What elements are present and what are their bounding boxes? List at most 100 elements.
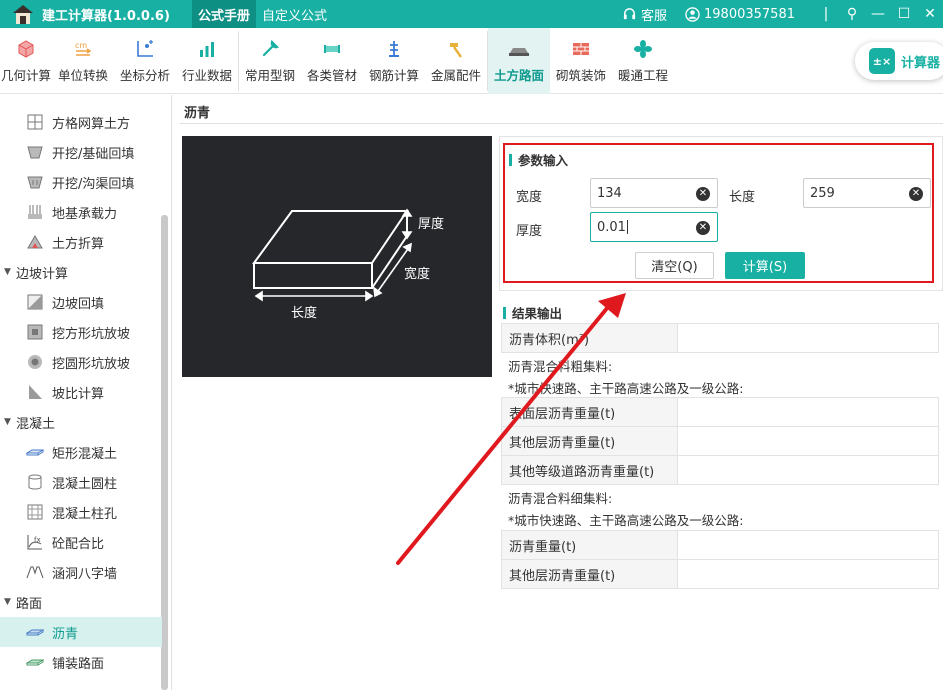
sidebar-group-label: 混凝土 [16, 416, 56, 432]
sidebar-item-bearing-capacity[interactable]: 地基承载力 [0, 197, 162, 227]
headset-icon [623, 7, 636, 19]
sidebar-item-label: 混凝土圆柱 [52, 476, 118, 492]
length-label: 长度 [729, 190, 756, 205]
slope-icon [26, 293, 44, 311]
foundation-icon [26, 203, 44, 221]
fine-aggregate-title: 沥青混合料细集料: [508, 491, 613, 506]
sidebar-item-label: 方格网算土方 [52, 116, 131, 132]
chevron-down-icon: ▼ [4, 417, 11, 427]
maximize-icon: ☐ [897, 6, 911, 22]
coarse-aggregate-title: 沥青混合料粗集料: [508, 359, 613, 374]
road-icon [508, 38, 530, 60]
sidebar-item-concrete-pile-hole[interactable]: 混凝土柱孔 [0, 497, 162, 527]
sidebar-item-mix-ratio[interactable]: fx 砼配合比 [0, 527, 162, 557]
pin-button[interactable]: ⚲ [839, 6, 865, 22]
fan-icon [632, 38, 654, 60]
pin-icon: ⚲ [846, 6, 858, 22]
user-account[interactable]: 19800357581 [685, 7, 795, 22]
bar-chart-icon [196, 38, 218, 60]
tool-metal-parts[interactable]: 金属配件 [425, 28, 487, 94]
tool-pipes[interactable]: 各类管材 [301, 28, 363, 94]
maximize-button[interactable]: ☐ [891, 6, 917, 22]
tab-custom-formula[interactable]: 自定义公式 [256, 0, 333, 28]
sidebar-item-label: 铺装路面 [52, 656, 105, 672]
close-button[interactable]: ✕ [917, 6, 943, 22]
tool-rebar[interactable]: 钢筋计算 [363, 28, 425, 94]
user-icon [685, 6, 700, 22]
sidebar-item-concrete-column[interactable]: 混凝土圆柱 [0, 467, 162, 497]
formula-icon: fx [26, 533, 44, 551]
minimize-button[interactable]: — [865, 6, 891, 22]
trench-icon [26, 173, 44, 191]
sidebar-item-label: 开挖/沟渠回填 [52, 176, 135, 192]
thickness-label: 厚度 [516, 224, 543, 239]
app-logo-icon [10, 2, 36, 26]
tool-label: 坐标分析 [119, 68, 170, 83]
coarse-aggregate-note: *城市快速路、主干路高速公路及一级公路: [508, 381, 744, 396]
pile-hole-icon [26, 503, 44, 521]
sidebar-item-trench-backfill[interactable]: 开挖/沟渠回填 [0, 167, 162, 197]
sidebar: 方格网算土方 开挖/基础回填 开挖/沟渠回填 地基承载力 土方折算 ▼ 边坡计算… [0, 95, 172, 690]
sidebar-item-earth-conversion[interactable]: 土方折算 [0, 227, 162, 257]
sidebar-group-label: 边坡计算 [16, 266, 69, 282]
result-row-other-grade: 其他等级道路沥青重量(t) [501, 455, 939, 485]
tool-steel[interactable]: 常用型钢 [239, 28, 301, 94]
length-input[interactable]: 259 ✕ [803, 178, 931, 208]
calculator-button[interactable]: ±× 计算器 [855, 42, 943, 80]
divider: | [823, 6, 829, 22]
sidebar-group-slope[interactable]: ▼ 边坡计算 [0, 257, 162, 287]
tool-industry-data[interactable]: 行业数据 [176, 28, 238, 94]
customer-service-button[interactable]: 客服 [622, 5, 667, 24]
tool-coordinate[interactable]: 坐标分析 [114, 28, 176, 94]
tool-label: 砌筑装饰 [555, 68, 606, 83]
tool-earthwork-road[interactable]: 土方路面 [488, 28, 550, 94]
title-divider [180, 123, 943, 124]
sidebar-item-label: 沥青 [52, 626, 79, 642]
sidebar-item-round-pit-slope[interactable]: 挖圆形坑放坡 [0, 347, 162, 377]
clear-width-icon[interactable]: ✕ [696, 187, 710, 201]
tool-masonry[interactable]: 砌筑装饰 [550, 28, 612, 94]
tool-geometry[interactable]: 几何计算 [0, 28, 52, 94]
result-value [678, 531, 938, 559]
slab-icon [26, 443, 44, 461]
tool-label: 单位转换 [57, 68, 108, 83]
clear-thickness-icon[interactable]: ✕ [696, 221, 710, 235]
sidebar-item-slope-ratio[interactable]: 坡比计算 [0, 377, 162, 407]
clear-length-icon[interactable]: ✕ [909, 187, 923, 201]
sidebar-item-label: 挖圆形坑放坡 [52, 356, 131, 372]
sidebar-group-road[interactable]: ▼ 路面 [0, 587, 162, 617]
rebar-icon [383, 38, 405, 60]
sidebar-item-grid-earthwork[interactable]: 方格网算土方 [0, 107, 162, 137]
asphalt-diagram: 厚度 宽度 长度 [182, 136, 492, 377]
calculate-button[interactable]: 计算(S) [725, 252, 805, 279]
page-title: 沥青 [184, 106, 211, 121]
tab-formula-manual[interactable]: 公式手册 [192, 0, 257, 28]
sidebar-item-asphalt[interactable]: 沥青 [0, 617, 162, 647]
result-label: 表面层沥青重量(t) [502, 398, 678, 426]
tool-hvac[interactable]: 暖通工程 [612, 28, 674, 94]
thickness-input[interactable]: 0.01 ✕ [590, 212, 718, 242]
diagram-thickness-label: 厚度 [418, 216, 444, 232]
cube-icon [15, 38, 37, 60]
sidebar-group-concrete[interactable]: ▼ 混凝土 [0, 407, 162, 437]
tool-label: 常用型钢 [244, 68, 295, 83]
sidebar-item-culvert-wing-wall[interactable]: 涵洞八字墙 [0, 557, 162, 587]
title-bar: 建工计算器(1.0.0.6) 公式手册 自定义公式 客服 19800357581… [0, 0, 943, 28]
clear-button[interactable]: 清空(Q) [635, 252, 714, 279]
width-input[interactable]: 134 ✕ [590, 178, 718, 208]
calculator-label: 计算器 [901, 55, 941, 71]
excavation-icon [26, 143, 44, 161]
tool-label: 行业数据 [181, 68, 232, 83]
sidebar-item-slope-backfill[interactable]: 边坡回填 [0, 287, 162, 317]
tool-label: 暖通工程 [617, 68, 668, 83]
result-row-asphalt-weight: 沥青重量(t) [501, 530, 939, 560]
tool-label: 几何计算 [0, 68, 51, 83]
sidebar-scrollbar[interactable] [161, 215, 168, 690]
tool-unit-convert[interactable]: cm 单位转换 [52, 28, 114, 94]
sidebar-item-square-pit-slope[interactable]: 挖方形坑放坡 [0, 317, 162, 347]
sidebar-item-foundation-backfill[interactable]: 开挖/基础回填 [0, 137, 162, 167]
sidebar-item-label: 坡比计算 [52, 386, 105, 402]
sidebar-item-rect-concrete[interactable]: 矩形混凝土 [0, 437, 162, 467]
sidebar-item-paved-road[interactable]: 铺装路面 [0, 647, 162, 677]
result-value [678, 398, 938, 426]
